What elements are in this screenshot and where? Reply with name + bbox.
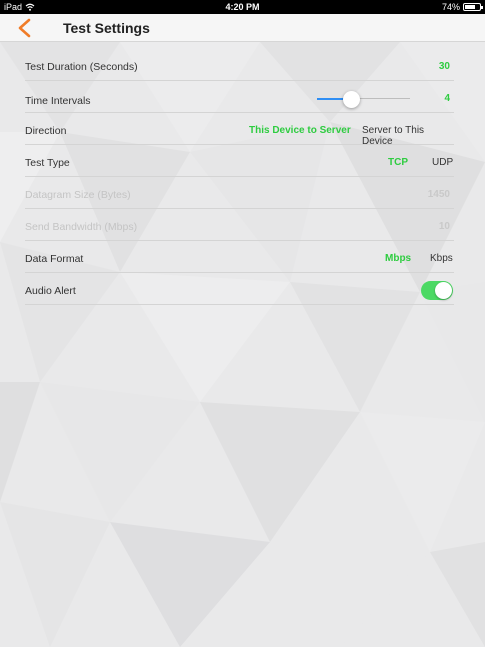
status-bar: iPad 4:20 PM 74% <box>0 0 485 14</box>
slider-track-empty <box>351 98 410 99</box>
time-intervals-slider[interactable] <box>317 91 410 108</box>
row-test-type: Test Type TCP UDP <box>25 145 454 177</box>
row-data-format: Data Format Mbps Kbps <box>25 241 454 273</box>
audio-alert-label: Audio Alert <box>25 285 76 297</box>
audio-alert-toggle[interactable] <box>421 281 453 300</box>
navigation-bar: Test Settings <box>0 14 485 42</box>
status-time: 4:20 PM <box>225 2 260 12</box>
data-format-label: Data Format <box>25 253 84 265</box>
battery-percent: 74% <box>441 2 460 12</box>
time-intervals-label: Time Intervals <box>25 95 91 107</box>
row-test-duration[interactable]: Test Duration (Seconds) 30 <box>25 49 454 81</box>
data-format-option-kbps[interactable]: Kbps <box>430 253 453 264</box>
row-datagram-size: Datagram Size (Bytes) 1450 <box>25 177 454 209</box>
settings-list: Test Duration (Seconds) 30 Time Interval… <box>25 49 454 305</box>
direction-option-device-to-server[interactable]: This Device to Server <box>249 125 351 136</box>
test-type-option-tcp[interactable]: TCP <box>388 157 408 168</box>
row-time-intervals: Time Intervals 4 <box>25 81 454 113</box>
row-send-bandwidth: Send Bandwidth (Mbps) 10 <box>25 209 454 241</box>
row-direction: Direction This Device to Server Server t… <box>25 113 454 147</box>
test-duration-value[interactable]: 30 <box>439 61 450 72</box>
send-bandwidth-label: Send Bandwidth (Mbps) <box>25 221 138 233</box>
send-bandwidth-value: 10 <box>438 221 450 232</box>
back-button[interactable] <box>14 18 36 38</box>
time-intervals-value: 4 <box>444 93 450 104</box>
datagram-size-value: 1450 <box>427 189 450 200</box>
direction-option-server-to-device[interactable]: Server to This Device <box>362 125 454 147</box>
slider-thumb[interactable] <box>342 91 360 108</box>
data-format-option-mbps[interactable]: Mbps <box>385 253 411 264</box>
test-type-option-udp[interactable]: UDP <box>432 157 453 168</box>
direction-label: Direction <box>25 125 67 137</box>
status-right: 74% <box>441 2 483 12</box>
back-arrow-icon <box>18 18 31 38</box>
test-type-label: Test Type <box>25 157 70 169</box>
datagram-size-label: Datagram Size (Bytes) <box>25 189 131 201</box>
battery-fill <box>465 5 476 9</box>
page-title: Test Settings <box>63 20 150 36</box>
battery-icon <box>463 3 483 11</box>
test-duration-label: Test Duration (Seconds) <box>25 61 138 73</box>
toggle-knob <box>435 282 452 299</box>
row-audio-alert: Audio Alert <box>25 273 454 305</box>
